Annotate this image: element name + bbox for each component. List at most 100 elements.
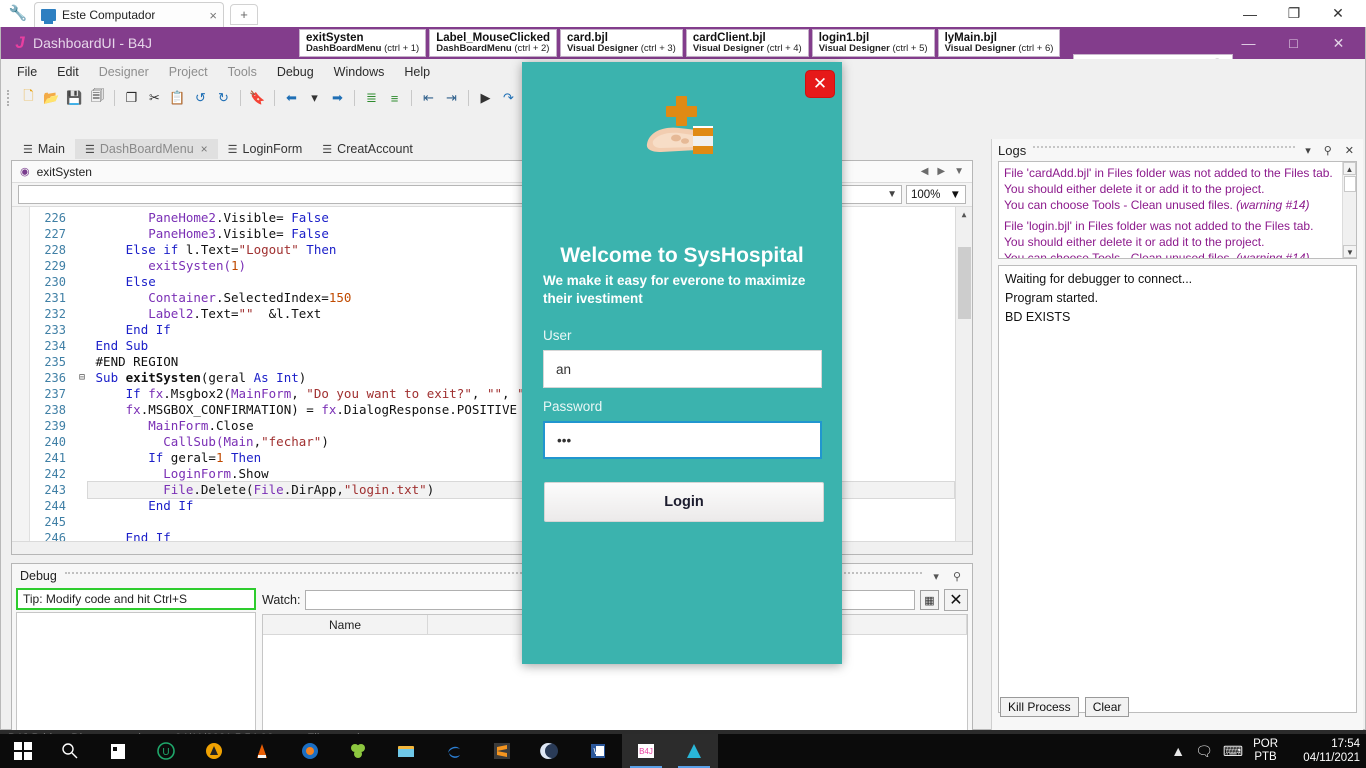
copy-icon[interactable]: ❐ [121,88,142,109]
taskbar-vlc-icon[interactable] [238,734,286,768]
taskbar-utorrent-icon[interactable]: U [142,734,190,768]
minimize-button[interactable]: — [1228,0,1272,27]
taskbar-edge-icon[interactable] [430,734,478,768]
dropdown-arrow-icon[interactable]: ▾ [304,88,325,109]
bookmark-tab[interactable]: card.bjl Visual Designer (ctrl + 3) [560,29,683,57]
taskbar-sublime-text-icon[interactable] [478,734,526,768]
editor-tab-dashboardmenu[interactable]: ☰ DashBoardMenu × [74,139,218,159]
menu-item-edit[interactable]: Edit [49,62,87,82]
scroll-up-icon[interactable]: ▲ [1343,162,1356,175]
b4j-minimize-button[interactable]: — [1226,27,1271,59]
taskbar-word-icon[interactable]: W [574,734,622,768]
taskbar-store-icon[interactable] [94,734,142,768]
taskbar-java-app-icon[interactable] [670,734,718,768]
menu-item-file[interactable]: File [9,62,45,82]
explorer-tab[interactable]: Este Computador × [34,2,224,27]
zoom-dropdown[interactable]: 100% ▼ [906,185,966,204]
clock[interactable]: 17:54 04/11/2021 [1288,737,1360,765]
undo-icon[interactable]: ↺ [190,88,211,109]
language-indicator[interactable]: POR PTB [1253,738,1278,764]
pin-icon[interactable]: ⚲ [1321,144,1335,157]
fold-toggle-icon[interactable]: ⊟ [76,370,88,386]
scroll-thumb[interactable] [958,247,971,319]
menu-item-help[interactable]: Help [396,62,438,82]
bookmark-tabs: exitSysten DashBoardMenu (ctrl + 1) Label_… [299,29,1061,57]
login-button[interactable]: Login [544,482,824,522]
collapse-icon[interactable]: ▾ [930,570,942,583]
password-input[interactable]: ••• [543,421,822,459]
keyboard-icon[interactable]: ⌨ [1223,743,1243,760]
scroll-thumb[interactable] [1344,176,1356,192]
close-icon[interactable]: ✕ [1342,144,1357,157]
kill-process-button[interactable]: Kill Process [1000,697,1079,717]
watch-close-button[interactable]: ✕ [944,589,968,611]
log-output[interactable]: Waiting for debugger to connect... Progra… [998,265,1357,713]
uncomment-icon[interactable]: ≡ [384,88,405,109]
calculator-icon[interactable]: ▦ [920,590,939,610]
comment-icon[interactable]: ≣ [361,88,382,109]
taskbar-moon-icon[interactable] [526,734,574,768]
bookmark-tab[interactable]: exitSysten DashBoardMenu (ctrl + 1) [299,29,427,57]
run-icon[interactable]: ▶ [475,88,496,109]
code-vertical-scrollbar[interactable]: ▲ ▼ [955,207,972,554]
call-stack-list[interactable] [16,612,256,747]
step-over-icon[interactable]: ↷ [498,88,519,109]
nav-menu-icon[interactable]: ▼ [954,166,964,177]
taskbar-file-explorer-icon[interactable] [382,734,430,768]
new-tab-button[interactable]: + [230,4,258,25]
menu-item-tools[interactable]: Tools [220,62,265,82]
wrench-icon[interactable]: 🔧 [8,4,28,24]
taskbar-search-icon[interactable] [46,734,94,768]
notifications-icon[interactable]: 🗨 [1195,743,1213,760]
editor-tab-label: DashBoardMenu [99,142,194,156]
scroll-up-icon[interactable]: ▲ [956,207,972,222]
b4j-restore-button[interactable]: □ [1271,27,1316,59]
close-icon[interactable]: × [209,8,217,23]
nav-next-icon[interactable]: ▶ [937,166,945,177]
restore-button[interactable]: ❐ [1272,0,1316,27]
taskbar-4shared-icon[interactable] [334,734,382,768]
open-folder-icon[interactable]: 📂 [41,88,62,109]
cut-icon[interactable]: ✂ [144,88,165,109]
save-icon[interactable]: 💾 [64,88,85,109]
indent-icon[interactable]: ⇥ [441,88,462,109]
editor-tab-creataccount[interactable]: ☰ CreatAccount [312,139,423,159]
user-input[interactable]: an [543,350,822,388]
taskbar-firefox-icon[interactable] [286,734,334,768]
redo-icon[interactable]: ↻ [213,88,234,109]
nav-prev-icon[interactable]: ◀ [921,166,929,177]
scroll-down-icon[interactable]: ▼ [1343,245,1356,258]
warnings-scrollbar[interactable]: ▲ ▼ [1342,162,1356,258]
bookmark-tab[interactable]: Label_MouseClicked DashBoardMenu (ctrl + … [429,29,557,57]
collapse-icon[interactable]: ▾ [1302,144,1314,157]
menu-item-debug[interactable]: Debug [269,62,322,82]
navigate-forward-icon[interactable]: ➡ [327,88,348,109]
create-account-link[interactable]: Dont Have account? Create now! [522,692,842,706]
b4j-close-button[interactable]: ✕ [1316,27,1361,59]
clear-logs-button[interactable]: Clear [1084,697,1130,717]
bookmark-tab[interactable]: cardClient.bjl Visual Designer (ctrl + 4) [685,29,809,57]
bookmark-icon[interactable]: 🔖 [247,88,268,109]
drag-handle[interactable] [1033,146,1296,154]
pin-icon[interactable]: ⚲ [950,570,964,583]
close-icon[interactable]: × [201,142,208,156]
bookmark-tab[interactable]: login1.bjl Visual Designer (ctrl + 5) [811,29,935,57]
warnings-list[interactable]: File 'cardAdd.bjl' in Files folder was n… [998,161,1357,259]
save-all-icon[interactable]: 🗐 [87,88,108,109]
bookmark-tab[interactable]: lyMain.bjl Visual Designer (ctrl + 6) [937,29,1061,57]
navigate-back-icon[interactable]: ⬅ [281,88,302,109]
outdent-icon[interactable]: ⇤ [418,88,439,109]
editor-tab-loginform[interactable]: ☰ LoginForm [218,139,313,159]
taskbar-b4j-icon[interactable]: B4J [622,734,670,768]
new-file-icon[interactable]: 🗋 [18,88,39,109]
tray-chevron-icon[interactable]: ▲ [1171,743,1185,759]
menu-item-windows[interactable]: Windows [326,62,393,82]
close-button[interactable]: ✕ [1316,0,1360,27]
editor-tab-main[interactable]: ☰ Main [13,139,75,159]
taskbar-autodesk-icon[interactable] [190,734,238,768]
toolbar-grip[interactable] [7,90,13,106]
menu-item-project[interactable]: Project [161,62,216,82]
menu-item-designer[interactable]: Designer [91,62,157,82]
windows-start-icon[interactable] [0,734,46,768]
paste-icon[interactable]: 📋 [167,88,188,109]
